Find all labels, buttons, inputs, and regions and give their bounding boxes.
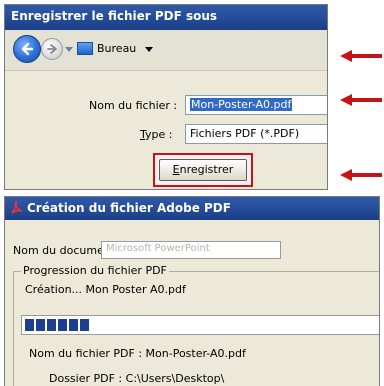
filetype-label-text: ype : [145, 128, 173, 141]
save-dialog-titlebar: Enregistrer le fichier PDF sous [5, 5, 327, 30]
red-pointer-arrow-icon [340, 169, 382, 181]
filename-input[interactable]: Mon-Poster-A0.pdf [185, 95, 327, 115]
progress-block [47, 319, 56, 331]
history-dropdown-icon[interactable] [65, 47, 73, 53]
save-button[interactable]: Enregistrer [159, 159, 247, 181]
back-button[interactable] [13, 35, 41, 63]
save-pdf-dialog: Enregistrer le fichier PDF sous Bureau N… [4, 4, 328, 190]
save-dialog-title: Enregistrer le fichier PDF sous [11, 9, 218, 23]
location-breadcrumb[interactable]: Bureau [97, 42, 136, 55]
progress-bar [21, 315, 379, 335]
progress-block [25, 319, 34, 331]
pdf-creation-dialog: Création du fichier Adobe PDF Nom du doc… [4, 196, 380, 386]
creation-dialog-titlebar: Création du fichier Adobe PDF [5, 197, 379, 220]
creation-status: Création... Mon Poster A0.pdf [25, 283, 186, 296]
save-button-label: nregistrer [179, 163, 234, 176]
forward-button[interactable] [41, 38, 63, 60]
progress-block [58, 319, 67, 331]
forward-arrow-icon [47, 44, 57, 54]
document-name-field: Microsoft PowerPoint [101, 241, 281, 259]
red-pointer-arrow-icon [340, 50, 382, 62]
progress-block [80, 319, 89, 331]
document-name-value: Microsoft PowerPoint [106, 243, 210, 254]
desktop-icon [77, 42, 93, 55]
pdf-folder-info: Dossier PDF : C:\Users\Desktop\ [49, 372, 225, 385]
filename-value: Mon-Poster-A0.pdf [190, 98, 293, 111]
progress-block [69, 319, 78, 331]
back-arrow-icon [21, 42, 34, 56]
save-button-mnemonic: E [172, 163, 180, 176]
navigation-bar: Bureau [5, 30, 327, 71]
creation-dialog-title: Création du fichier Adobe PDF [27, 201, 231, 215]
pdf-filename-info: Nom du fichier PDF : Mon-Poster-A0.pdf [29, 347, 246, 360]
filetype-select[interactable]: Fichiers PDF (*.PDF) [185, 124, 327, 144]
filename-label: Nom du fichier : [89, 99, 178, 112]
progress-block [36, 319, 45, 331]
filetype-value: Fichiers PDF (*.PDF) [190, 127, 300, 140]
progress-group-label: Progression du fichier PDF [21, 264, 169, 277]
location-dropdown-icon[interactable] [145, 47, 153, 52]
red-pointer-arrow-icon [340, 94, 382, 106]
adobe-pdf-icon [11, 201, 23, 214]
filetype-label: Type : [140, 128, 172, 141]
